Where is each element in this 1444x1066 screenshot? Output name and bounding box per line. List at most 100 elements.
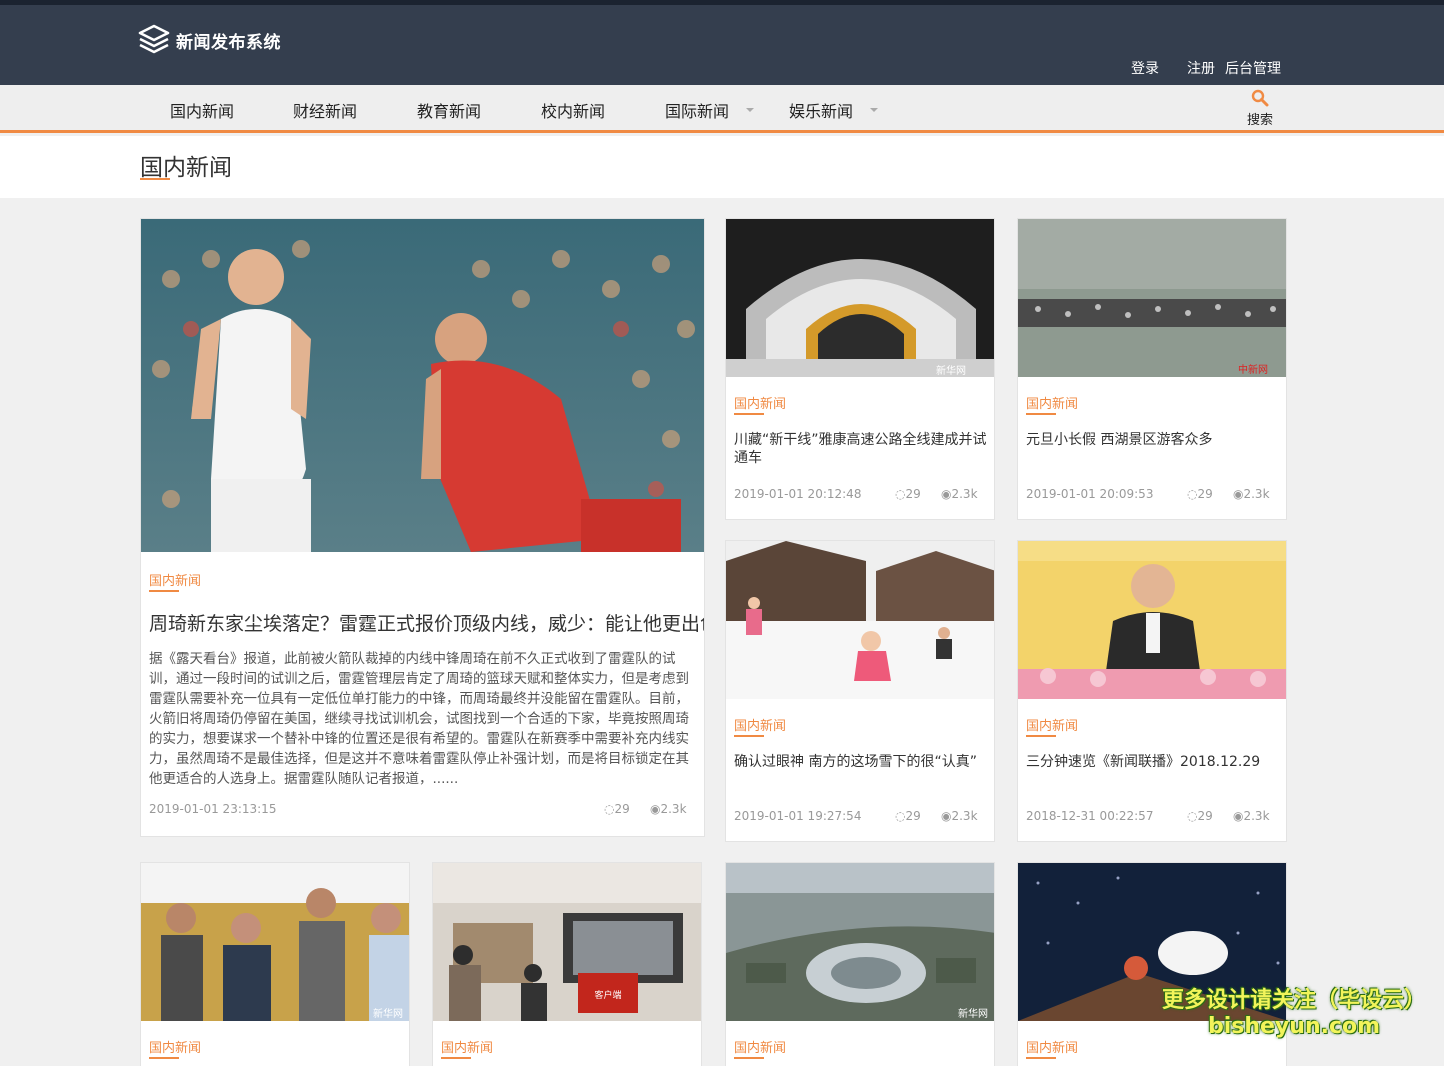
chevron-down-icon[interactable] <box>746 108 754 112</box>
eye-icon: ◉ <box>1233 809 1244 823</box>
eye-icon: ◉ <box>941 809 952 823</box>
chinanews-logo: 中新网 <box>1238 363 1268 376</box>
category-underline <box>441 1057 471 1059</box>
comment-count-value: 29 <box>1197 487 1213 501</box>
view-count-value: 2.3k <box>1243 809 1270 823</box>
news-card[interactable]: 中新网 国内新闻 元旦小长假 西湖景区游客众多 2019-01-01 20:09… <box>1017 218 1287 520</box>
category-label[interactable]: 国内新闻 <box>734 393 786 412</box>
category-label[interactable]: 国内新闻 <box>149 570 201 589</box>
search-icon <box>1251 89 1269 107</box>
register-link[interactable]: 注册 <box>1187 58 1215 78</box>
comment-count: ◌29 <box>1187 809 1213 823</box>
news-title[interactable]: 元旦小长假 西湖景区游客众多 <box>1026 431 1280 449</box>
comment-icon: ◌ <box>1187 809 1198 823</box>
category-underline <box>149 590 179 592</box>
view-count: ◉2.3k <box>941 487 978 501</box>
news-card[interactable]: 国内新闻 三分钟速览《新闻联播》2018.12.29 2018-12-31 00… <box>1017 540 1287 842</box>
title-bar: 国内新闻 <box>0 136 1444 198</box>
site-logo[interactable]: 新闻发布系统 <box>138 23 281 57</box>
category-label[interactable]: 国内新闻 <box>149 1037 201 1056</box>
main-nav: 国内新闻 财经新闻 教育新闻 校内新闻 国际新闻 娱乐新闻 搜索 <box>0 85 1444 133</box>
header-links: 登录 注册 后台管理 <box>1131 58 1281 78</box>
comment-count-value: 29 <box>1197 809 1213 823</box>
page-title: 国内新闻 <box>140 155 232 181</box>
news-image[interactable]: 客户端 <box>433 863 701 1021</box>
xinhua-logo: 新华网 <box>958 1007 988 1020</box>
eye-icon: ◉ <box>941 487 952 501</box>
category-label[interactable]: 国内新闻 <box>734 1037 786 1056</box>
search-label: 搜索 <box>1246 113 1273 128</box>
nav-item-finance[interactable]: 财经新闻 <box>293 98 357 122</box>
comment-icon: ◌ <box>604 802 615 816</box>
news-image[interactable]: 中新网 <box>1018 219 1286 377</box>
news-image[interactable] <box>726 541 994 699</box>
promo-watermark: 更多设计请关注（毕设云） bisheyun.com <box>1162 988 1426 1040</box>
nav-item-campus[interactable]: 校内新闻 <box>541 98 605 122</box>
comment-count: ◌29 <box>895 487 921 501</box>
eye-icon: ◉ <box>650 802 661 816</box>
watermark-line-1: 更多设计请关注（毕设云） <box>1162 988 1427 1013</box>
news-title[interactable]: 川藏“新干线”雅康高速公路全线建成并试通车 <box>734 431 988 467</box>
featured-news-card[interactable]: 国内新闻 周琦新东家尘埃落定？雷霆正式报价顶级内线，威少：能让他更出色 据《露天… <box>140 218 705 837</box>
app-label: 客户端 <box>594 989 621 1001</box>
category-label[interactable]: 国内新闻 <box>1026 393 1078 412</box>
comment-count: ◌29 <box>1187 487 1213 501</box>
news-image[interactable]: 新华网 <box>726 219 994 377</box>
eye-icon: ◉ <box>1233 487 1244 501</box>
news-image[interactable] <box>1018 541 1286 699</box>
news-date: 2019-01-01 20:12:48 <box>734 487 862 501</box>
view-count-value: 2.3k <box>951 487 978 501</box>
title-underline <box>140 178 170 180</box>
admin-link[interactable]: 后台管理 <box>1225 58 1281 78</box>
news-date: 2019-01-01 20:09:53 <box>1026 487 1154 501</box>
category-underline <box>1026 413 1056 415</box>
site-header: 新闻发布系统 登录 注册 后台管理 <box>0 5 1444 85</box>
category-underline <box>734 1057 764 1059</box>
comment-count: ◌29 <box>895 809 921 823</box>
category-underline <box>149 1057 179 1059</box>
news-card[interactable]: 客户端 国内新闻 <box>432 862 702 1066</box>
login-link[interactable]: 登录 <box>1131 58 1159 78</box>
nav-item-entertainment[interactable]: 娱乐新闻 <box>789 98 853 122</box>
search-button[interactable]: 搜索 <box>1240 89 1280 128</box>
news-card[interactable]: 新华网 国内新闻 <box>140 862 410 1066</box>
nav-item-international[interactable]: 国际新闻 <box>665 98 729 122</box>
comment-count-value: 29 <box>905 487 921 501</box>
category-label[interactable]: 国内新闻 <box>441 1037 493 1056</box>
view-count-value: 2.3k <box>660 802 687 816</box>
news-card[interactable]: 新华网 国内新闻 川藏“新干线”雅康高速公路全线建成并试通车 2019-01-0… <box>725 218 995 520</box>
category-label[interactable]: 国内新闻 <box>734 715 786 734</box>
news-card[interactable]: 新华网 国内新闻 <box>725 862 995 1066</box>
xinhua-logo: 新华网 <box>373 1007 403 1020</box>
nav-item-domestic[interactable]: 国内新闻 <box>170 98 234 122</box>
featured-news-title[interactable]: 周琦新东家尘埃落定？雷霆正式报价顶级内线，威少：能让他更出色 <box>149 609 704 636</box>
comment-count-value: 29 <box>905 809 921 823</box>
comment-icon: ◌ <box>895 487 906 501</box>
nav-item-education[interactable]: 教育新闻 <box>417 98 481 122</box>
news-title[interactable]: 三分钟速览《新闻联播》2018.12.29 <box>1026 753 1280 771</box>
layers-icon <box>138 24 170 54</box>
comment-icon: ◌ <box>895 809 906 823</box>
watermark-line-2: bisheyun.com <box>1207 1014 1381 1039</box>
news-image[interactable]: 新华网 <box>726 863 994 1021</box>
site-title: 新闻发布系统 <box>176 32 281 53</box>
news-image[interactable]: 新华网 <box>141 863 409 1021</box>
featured-news-image[interactable] <box>141 219 704 552</box>
news-title[interactable]: 确认过眼神 南方的这场雪下的很“认真” <box>734 753 988 771</box>
view-count: ◉2.3k <box>941 809 978 823</box>
featured-news-summary: 据《露天看台》报道，此前被火箭队裁掉的内线中锋周琦在前不久正式收到了雷霆队的试训… <box>149 651 689 787</box>
view-count: ◉2.3k <box>1233 487 1270 501</box>
news-date: 2019-01-01 19:27:54 <box>734 809 862 823</box>
view-count-value: 2.3k <box>951 809 978 823</box>
category-underline <box>1026 735 1056 737</box>
chevron-down-icon[interactable] <box>870 108 878 112</box>
xinhua-logo: 新华网 <box>936 364 966 377</box>
category-label[interactable]: 国内新闻 <box>1026 1037 1078 1056</box>
news-card[interactable]: 国内新闻 确认过眼神 南方的这场雪下的很“认真” 2019-01-01 19:2… <box>725 540 995 842</box>
category-label[interactable]: 国内新闻 <box>1026 715 1078 734</box>
category-underline <box>1026 1057 1056 1059</box>
comment-count: ◌29 <box>604 802 630 816</box>
comment-count-value: 29 <box>614 802 630 816</box>
view-count-value: 2.3k <box>1243 487 1270 501</box>
news-date: 2019-01-01 23:13:15 <box>149 802 277 816</box>
